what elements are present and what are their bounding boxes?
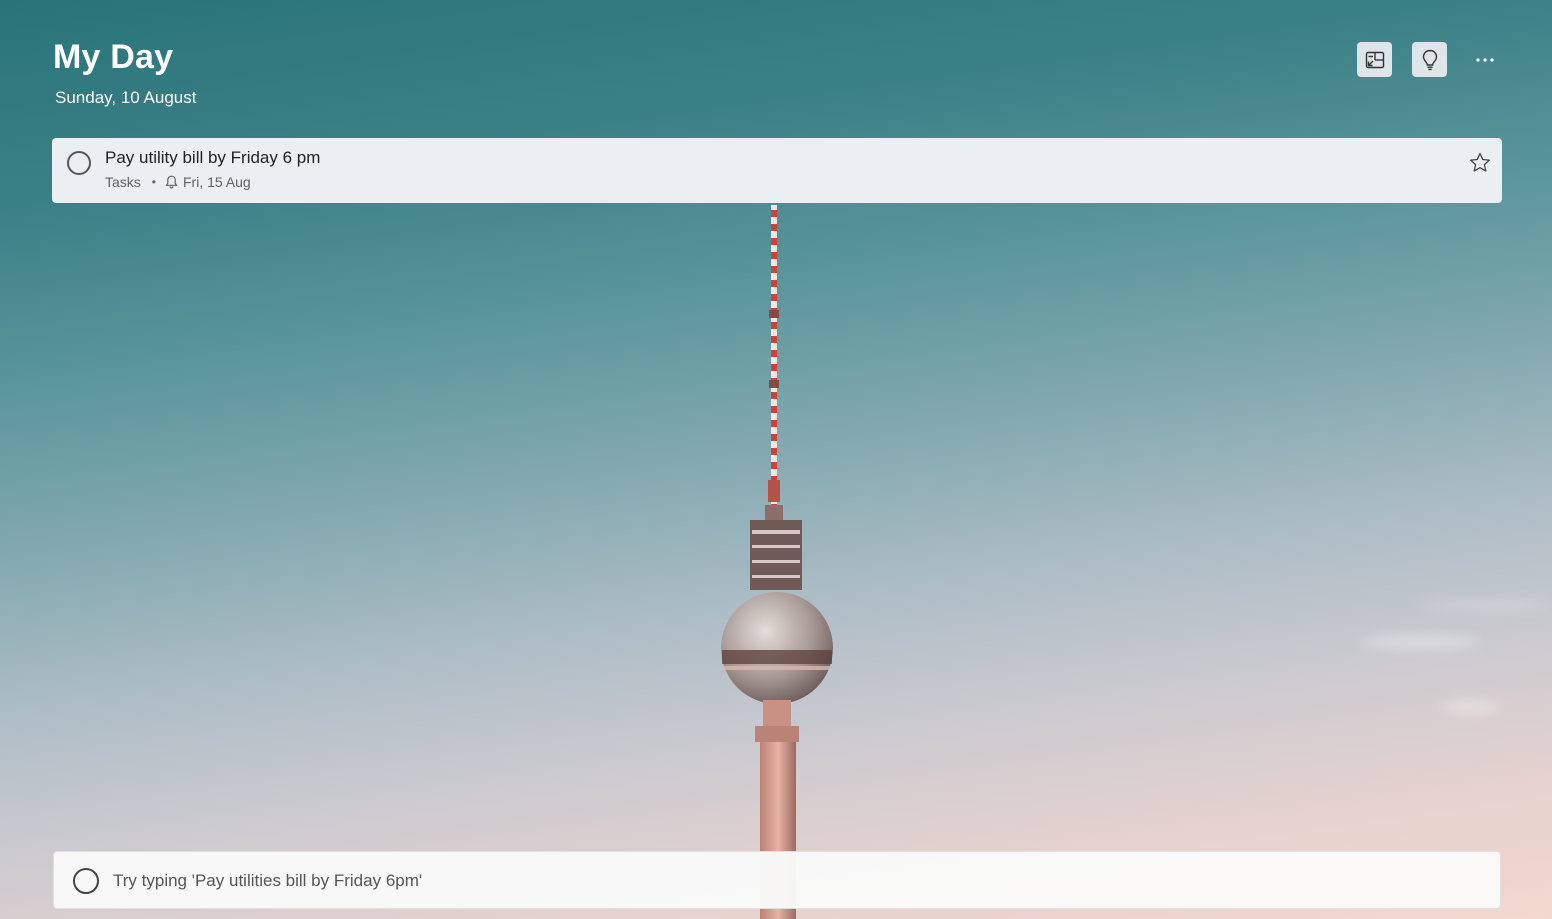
more-options-icon — [1475, 57, 1495, 63]
suggestions-button[interactable] — [1412, 42, 1447, 77]
my-day-view: My Day Sunday, 10 August Pay utility bil… — [0, 0, 1552, 919]
add-task-circle-icon — [73, 868, 99, 894]
change-background-button[interactable] — [1357, 42, 1392, 77]
task-title: Pay utility bill by Friday 6 pm — [105, 148, 321, 167]
star-icon — [1469, 152, 1491, 173]
task-meta: Tasks • Fri, 15 Aug — [105, 174, 251, 190]
change-background-icon — [1365, 51, 1385, 69]
page-title: My Day — [53, 38, 174, 76]
add-task-input[interactable] — [111, 864, 1485, 898]
task-item[interactable]: Pay utility bill by Friday 6 pm Tasks • … — [52, 138, 1502, 203]
task-reminder-date: Fri, 15 Aug — [183, 174, 251, 190]
task-list-name: Tasks — [105, 174, 141, 190]
add-task-bar[interactable] — [53, 851, 1501, 909]
lightbulb-icon — [1422, 49, 1438, 71]
bell-icon — [165, 175, 178, 189]
complete-task-checkbox[interactable] — [67, 151, 91, 175]
meta-separator: • — [151, 175, 156, 189]
mark-important-button[interactable] — [1468, 150, 1492, 174]
more-options-button[interactable] — [1467, 42, 1502, 77]
page-date: Sunday, 10 August — [55, 88, 197, 107]
